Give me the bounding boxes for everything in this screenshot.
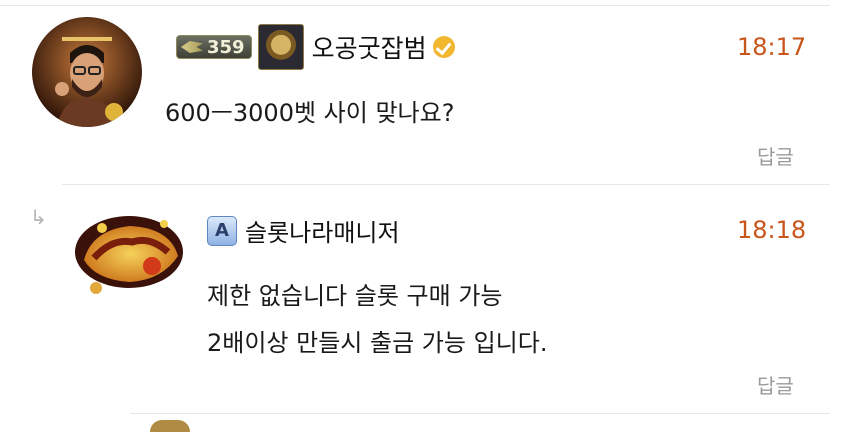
manager-avatar[interactable] <box>72 208 187 298</box>
avatar[interactable] <box>32 17 142 127</box>
wing-icon <box>181 41 203 53</box>
comment-time: 18:18 <box>737 216 807 244</box>
level-value: 359 <box>207 36 245 58</box>
username[interactable]: 오공굿잡범 <box>312 29 427 65</box>
comment-text: 600ㅡ3000벳 사이 맞나요? <box>165 99 455 127</box>
top-divider <box>0 5 830 6</box>
comment-header: 359 오공굿잡범 <box>176 24 455 70</box>
reply-button[interactable]: 답글 <box>757 370 794 399</box>
level-badge: 359 <box>176 35 252 59</box>
comment-header-reply: A 슬롯나라매니저 <box>207 213 400 248</box>
manager-icon: A <box>207 215 237 246</box>
reply-arrow-icon: ↳ <box>30 205 47 229</box>
guild-badge-icon <box>257 24 304 70</box>
comment-text-line-1: 제한 없습니다 슬롯 구매 가능 <box>207 282 503 310</box>
comment-text-line-2: 2배이상 만들시 출금 가능 입니다. <box>207 329 548 357</box>
comment-time: 18:17 <box>737 33 807 61</box>
username[interactable]: 슬롯나라매니저 <box>245 213 400 248</box>
verified-icon <box>432 36 455 58</box>
reply-button[interactable]: 답글 <box>757 141 794 170</box>
comment-divider <box>62 184 830 185</box>
comment-divider <box>130 413 830 414</box>
next-avatar-peek <box>150 420 190 432</box>
